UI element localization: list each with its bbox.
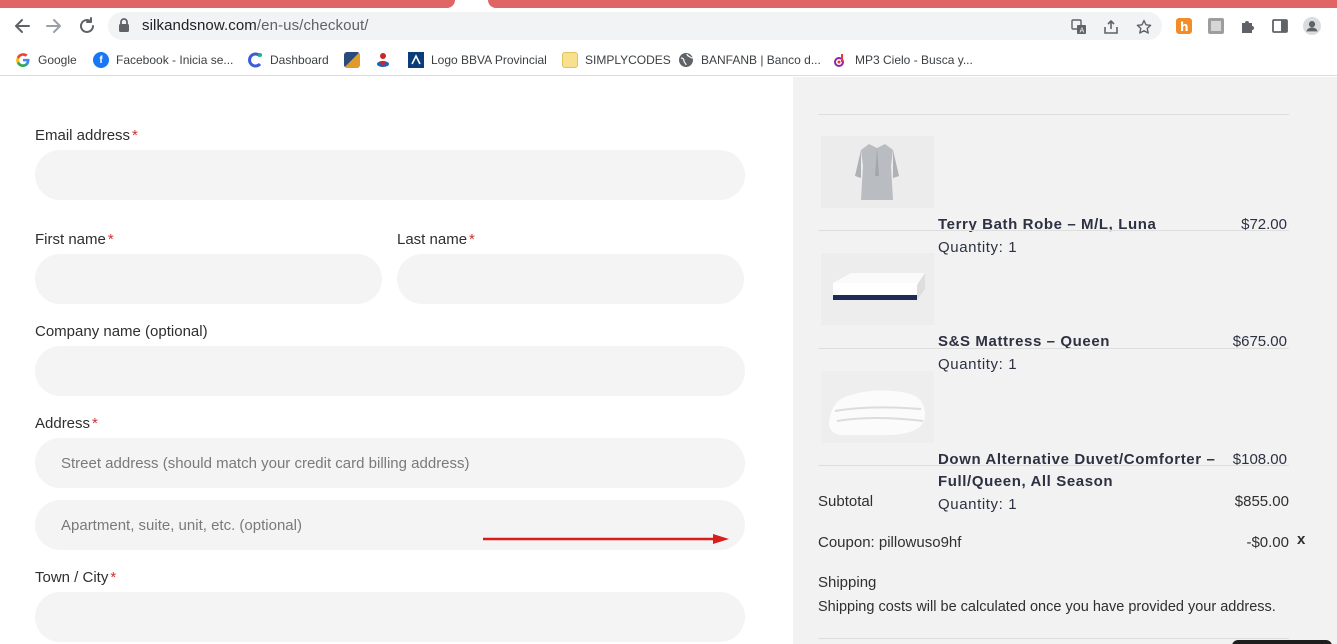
checkout-page: Email address * First name * Last name * Co… bbox=[0, 77, 1337, 644]
facebook-icon: f bbox=[93, 52, 109, 68]
folder-icon bbox=[562, 52, 578, 68]
last-name-field[interactable] bbox=[397, 254, 744, 304]
tab-strip-right bbox=[488, 0, 1337, 8]
extension-gray-icon[interactable] bbox=[1207, 17, 1225, 35]
star-icon[interactable] bbox=[1135, 18, 1153, 36]
email-label: Email address * bbox=[35, 127, 138, 144]
url-text: silkandsnow.com/en-us/checkout/ bbox=[142, 17, 369, 34]
divider bbox=[818, 465, 1289, 466]
mp3-icon bbox=[832, 52, 848, 68]
product-name[interactable]: Down Alternative Duvet/Comforter – Full/… bbox=[938, 449, 1228, 493]
product-quantity: Quantity: 1 bbox=[938, 239, 1018, 256]
shipping-label: Shipping bbox=[818, 574, 877, 591]
divider bbox=[818, 348, 1289, 349]
divider bbox=[818, 114, 1289, 115]
bookmark-image-icon bbox=[344, 52, 360, 68]
product-image-duvet bbox=[821, 371, 934, 443]
lock-icon[interactable] bbox=[118, 18, 130, 38]
bookmark-label: Facebook - Inicia se... bbox=[116, 53, 234, 67]
bbva-icon bbox=[408, 52, 424, 68]
translate-icon[interactable]: A bbox=[1070, 18, 1088, 36]
forward-arrow-icon[interactable] bbox=[42, 14, 66, 38]
divider bbox=[818, 638, 1289, 639]
product-image-robe bbox=[821, 136, 934, 208]
puzzle-icon[interactable] bbox=[1239, 17, 1257, 35]
bookmark-label: Google bbox=[38, 53, 77, 67]
subtotal-value: $855.00 bbox=[1234, 493, 1289, 510]
dashboard-icon bbox=[247, 52, 263, 68]
remove-coupon-button[interactable]: x bbox=[1297, 531, 1305, 548]
bookmark-mp3[interactable]: MP3 Cielo - Busca y... bbox=[832, 50, 973, 70]
bookmark-label: SIMPLYCODES bbox=[585, 53, 671, 67]
product-name-line1: Down Alternative Duvet/Comforter – bbox=[938, 451, 1216, 468]
product-quantity: Quantity: 1 bbox=[938, 356, 1018, 373]
city-label: Town / City * bbox=[35, 569, 117, 586]
bookmark-label: Logo BBVA Provincial bbox=[431, 53, 547, 67]
last-name-label: Last name * bbox=[397, 231, 475, 248]
bookmark-dashboard[interactable]: Dashboard bbox=[247, 50, 329, 70]
tab-strip bbox=[0, 0, 1337, 8]
first-name-label: First name * bbox=[35, 231, 114, 248]
product-image-mattress bbox=[821, 253, 934, 325]
company-label: Company name (optional) bbox=[35, 323, 208, 340]
coupon-label: Coupon: pillowuso9hf bbox=[818, 534, 962, 551]
bookmark-label: Dashboard bbox=[270, 53, 329, 67]
bookmark-image[interactable] bbox=[344, 50, 367, 70]
extension-orange-icon[interactable]: h bbox=[1175, 17, 1193, 35]
product-name[interactable]: S&S Mattress – Queen bbox=[938, 331, 1228, 353]
bookmark-label: MP3 Cielo - Busca y... bbox=[855, 53, 973, 67]
product-quantity: Quantity: 1 bbox=[938, 496, 1018, 513]
product-name[interactable]: Terry Bath Robe – M/L, Luna bbox=[938, 214, 1228, 236]
bookmark-label: BANFANB | Banco d... bbox=[701, 53, 821, 67]
google-icon bbox=[15, 52, 31, 68]
bookmark-figure[interactable] bbox=[375, 50, 398, 70]
coupon-value: -$0.00 bbox=[1246, 534, 1289, 551]
product-name-line2: Full/Queen, All Season bbox=[938, 473, 1114, 490]
svg-text:A: A bbox=[1080, 27, 1085, 35]
chat-widget-edge[interactable] bbox=[1232, 640, 1332, 644]
shipping-note: Shipping costs will be calculated once y… bbox=[818, 599, 1276, 615]
back-arrow-icon[interactable] bbox=[10, 14, 34, 38]
reload-icon[interactable] bbox=[75, 14, 99, 38]
tab-strip-left bbox=[0, 0, 455, 8]
share-icon[interactable] bbox=[1102, 18, 1120, 36]
profile-icon[interactable] bbox=[1303, 17, 1321, 35]
divider bbox=[818, 230, 1289, 231]
bookmark-google[interactable]: Google bbox=[15, 50, 77, 70]
billing-form: Email address * First name * Last name * Co… bbox=[0, 77, 793, 644]
svg-text:h: h bbox=[1180, 20, 1189, 34]
bookmarks-bar: Google f Facebook - Inicia se... Dashboa… bbox=[0, 44, 1337, 76]
bookmark-facebook[interactable]: f Facebook - Inicia se... bbox=[93, 50, 233, 70]
globe-icon bbox=[678, 52, 694, 68]
browser-toolbar: silkandsnow.com/en-us/checkout/ A h bbox=[0, 8, 1337, 44]
address-label: Address * bbox=[35, 415, 98, 432]
bookmark-figure-icon bbox=[375, 52, 391, 68]
bookmark-simplycodes[interactable]: SIMPLYCODES bbox=[562, 50, 671, 70]
company-field[interactable] bbox=[35, 346, 745, 396]
first-name-field[interactable] bbox=[35, 254, 382, 304]
email-field[interactable] bbox=[35, 150, 745, 200]
address-bar[interactable]: silkandsnow.com/en-us/checkout/ A bbox=[108, 12, 1162, 40]
street-address-field[interactable] bbox=[35, 438, 745, 488]
bookmark-bbva[interactable]: Logo BBVA Provincial bbox=[408, 50, 547, 70]
bookmark-banfanb[interactable]: BANFANB | Banco d... bbox=[678, 50, 821, 70]
city-field[interactable] bbox=[35, 592, 745, 642]
side-panel-icon[interactable] bbox=[1271, 17, 1289, 35]
annotation-arrow bbox=[483, 534, 729, 544]
subtotal-label: Subtotal bbox=[818, 493, 874, 510]
